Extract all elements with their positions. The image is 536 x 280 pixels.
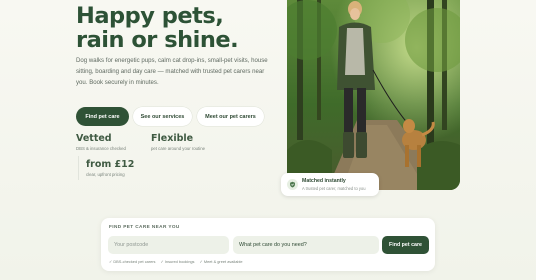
hero-description: Dog walks for energetic pups, calm cat d…: [76, 57, 268, 86]
perk-dbs: ✓ DBS-checked pet carers: [109, 259, 156, 264]
matched-instantly-badge: Matched instantly A trusted pet carer, m…: [281, 173, 379, 196]
shield-check-icon: [287, 179, 298, 190]
service-select[interactable]: What pet care do you need?: [233, 236, 379, 254]
stat-divider: [78, 156, 79, 180]
see-services-button[interactable]: See our services: [133, 107, 192, 126]
find-pet-care-button[interactable]: Find pet care: [76, 107, 129, 126]
perk-insured: ✓ Insured bookings: [160, 259, 195, 264]
stat-flexible-title: Flexible: [151, 133, 194, 144]
woman-walking-dog-photo: [287, 0, 460, 190]
search-submit-button[interactable]: Find pet care: [382, 236, 429, 254]
hero-title: Happy pets, rain or shine.: [76, 4, 276, 52]
stat-price-sub: clear, upfront pricing: [86, 172, 125, 177]
perk-meet-greet: ✓ Meet & greet available: [199, 259, 243, 264]
badge-title: Matched instantly: [302, 178, 346, 184]
perks-list: ✓ DBS-checked pet carers ✓ Insured booki…: [109, 259, 243, 264]
hero-title-line1: Happy pets,: [76, 3, 224, 29]
stat-price-title: from £12: [86, 159, 135, 170]
hero-photo: [287, 0, 460, 190]
search-card: FIND PET CARE NEAR YOU Your postcode Wha…: [101, 218, 435, 271]
meet-carers-button[interactable]: Meet our pet carers: [197, 107, 264, 126]
stat-vetted-title: Vetted: [76, 133, 112, 144]
hero-title-line2: rain or shine.: [76, 27, 239, 53]
badge-subtitle: A trusted pet carer, matched to you: [302, 185, 366, 191]
stat-flexible-sub: pet care around your routine: [151, 146, 205, 151]
stat-vetted-sub: DBS & insurance checked: [76, 146, 126, 151]
postcode-input[interactable]: Your postcode: [108, 236, 229, 254]
search-heading: FIND PET CARE NEAR YOU: [109, 224, 180, 229]
